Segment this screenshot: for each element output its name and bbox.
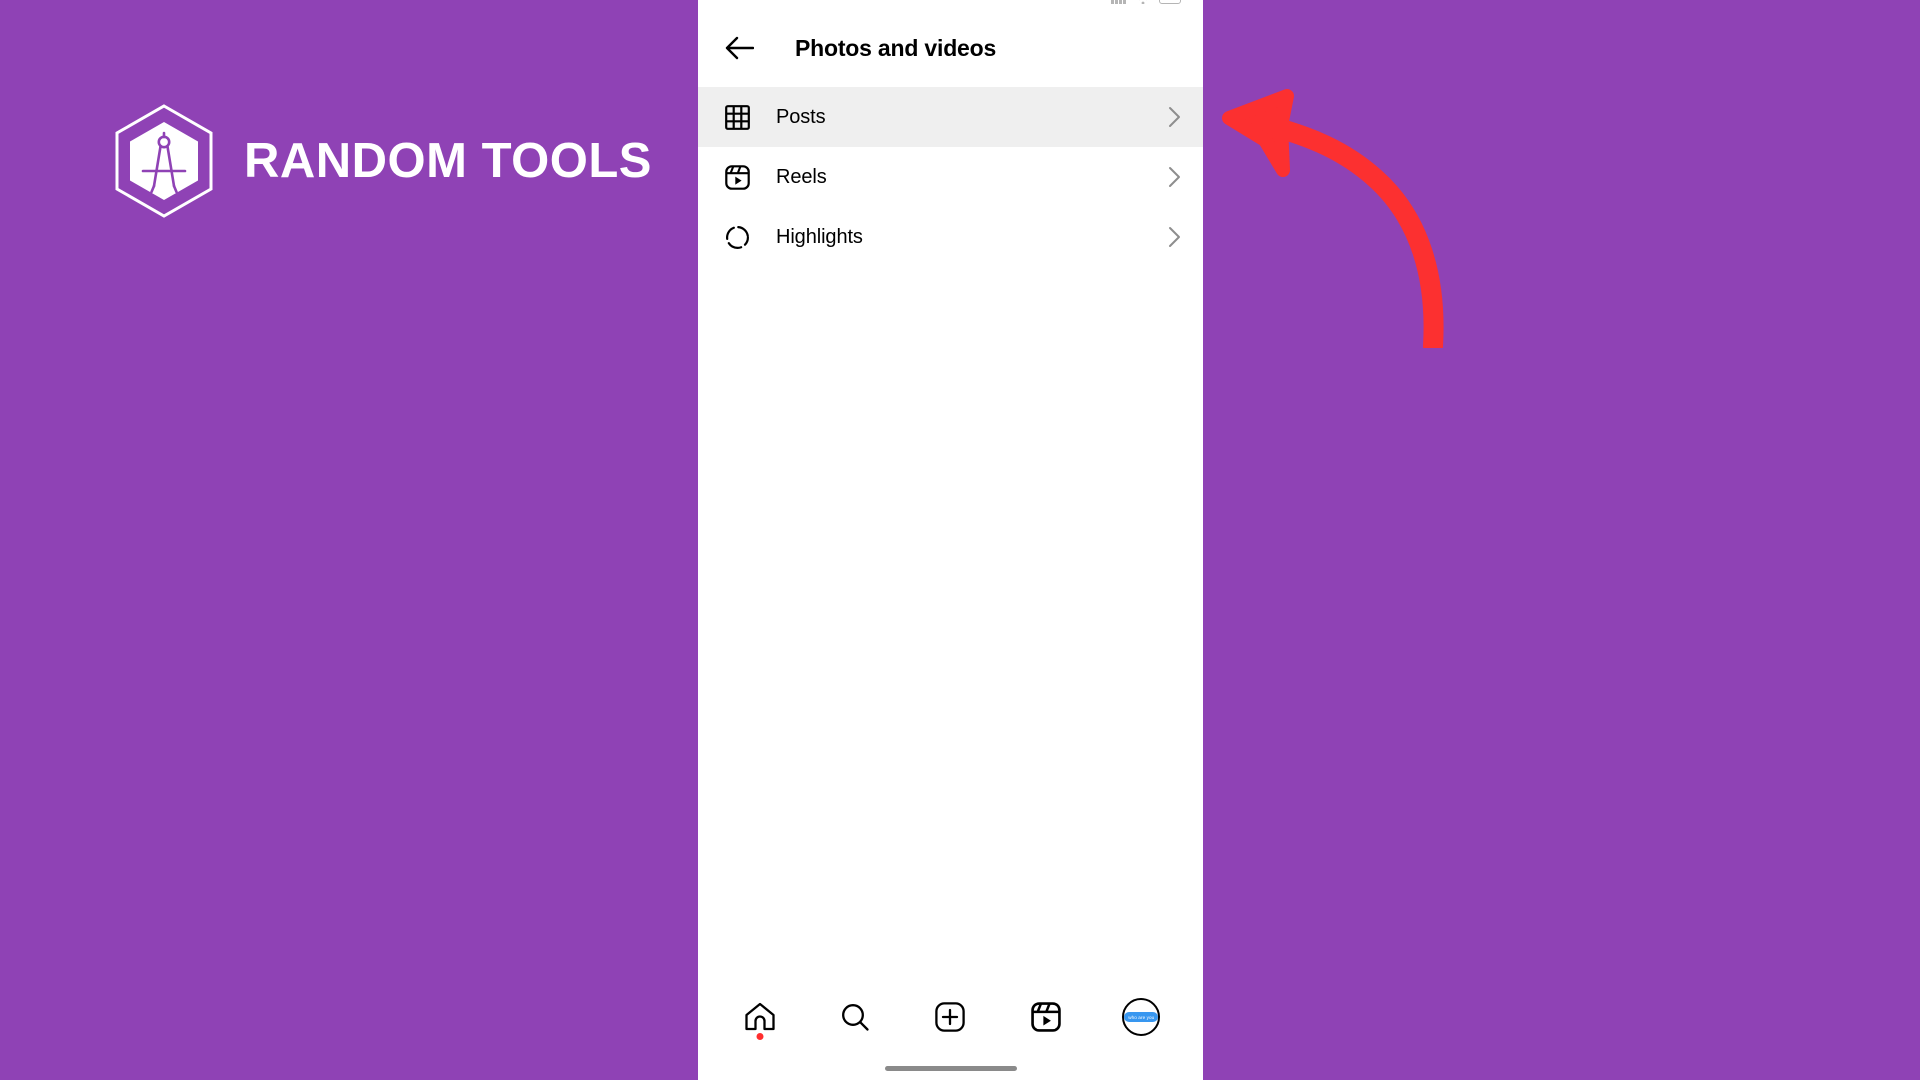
chevron-right-icon: [1168, 166, 1181, 188]
chevron-right-icon: [1168, 226, 1181, 248]
plus-square-icon: [935, 1002, 966, 1032]
brand-name: RANDOM TOOLS: [244, 134, 652, 188]
battery-icon: [1159, 0, 1181, 4]
home-icon: [745, 1002, 775, 1031]
chevron-right-icon: [1168, 106, 1181, 128]
nav-create-button[interactable]: [919, 989, 981, 1045]
avatar-badge-label: who are you: [1124, 1012, 1159, 1022]
home-indicator-area: [698, 1056, 1203, 1080]
grid-icon: [720, 100, 754, 134]
list-item-label: Highlights: [776, 225, 863, 248]
signal-icon: [1111, 0, 1126, 4]
wifi-icon: [1139, 0, 1147, 4]
hexagon-compass-logo-icon: [115, 104, 213, 218]
dashed-circle-icon: [720, 220, 754, 254]
home-notification-dot: [756, 1033, 764, 1040]
reels-icon: [1031, 1002, 1061, 1032]
bottom-navigation-bar: who are you: [698, 978, 1203, 1056]
list-item-label: Reels: [776, 165, 827, 188]
brand-lockup: RANDOM TOOLS: [110, 102, 652, 220]
nav-profile-button[interactable]: who are you: [1110, 989, 1172, 1045]
reels-icon: [720, 160, 754, 194]
nav-reels-button[interactable]: [1015, 989, 1077, 1045]
nav-home-button[interactable]: [729, 989, 791, 1045]
list-item-posts[interactable]: Posts: [698, 87, 1203, 147]
phone-screen: Photos and videos Posts Reels Highlights…: [698, 0, 1203, 1080]
search-icon: [842, 1004, 869, 1031]
list-item-reels[interactable]: Reels: [698, 147, 1203, 207]
back-arrow-icon[interactable]: [716, 25, 762, 71]
page-title: Photos and videos: [795, 34, 997, 61]
profile-avatar-icon: who are you: [1122, 998, 1161, 1036]
list-item-highlights[interactable]: Highlights: [698, 207, 1203, 267]
nav-search-button[interactable]: [824, 989, 886, 1045]
status-bar: [698, 0, 1203, 9]
curved-arrow-up-left-icon: [1222, 89, 1444, 348]
home-indicator-bar[interactable]: [884, 1065, 1017, 1071]
page-header: Photos and videos: [698, 9, 1203, 87]
settings-list: Posts Reels Highlights: [698, 87, 1203, 978]
list-item-label: Posts: [776, 105, 826, 128]
